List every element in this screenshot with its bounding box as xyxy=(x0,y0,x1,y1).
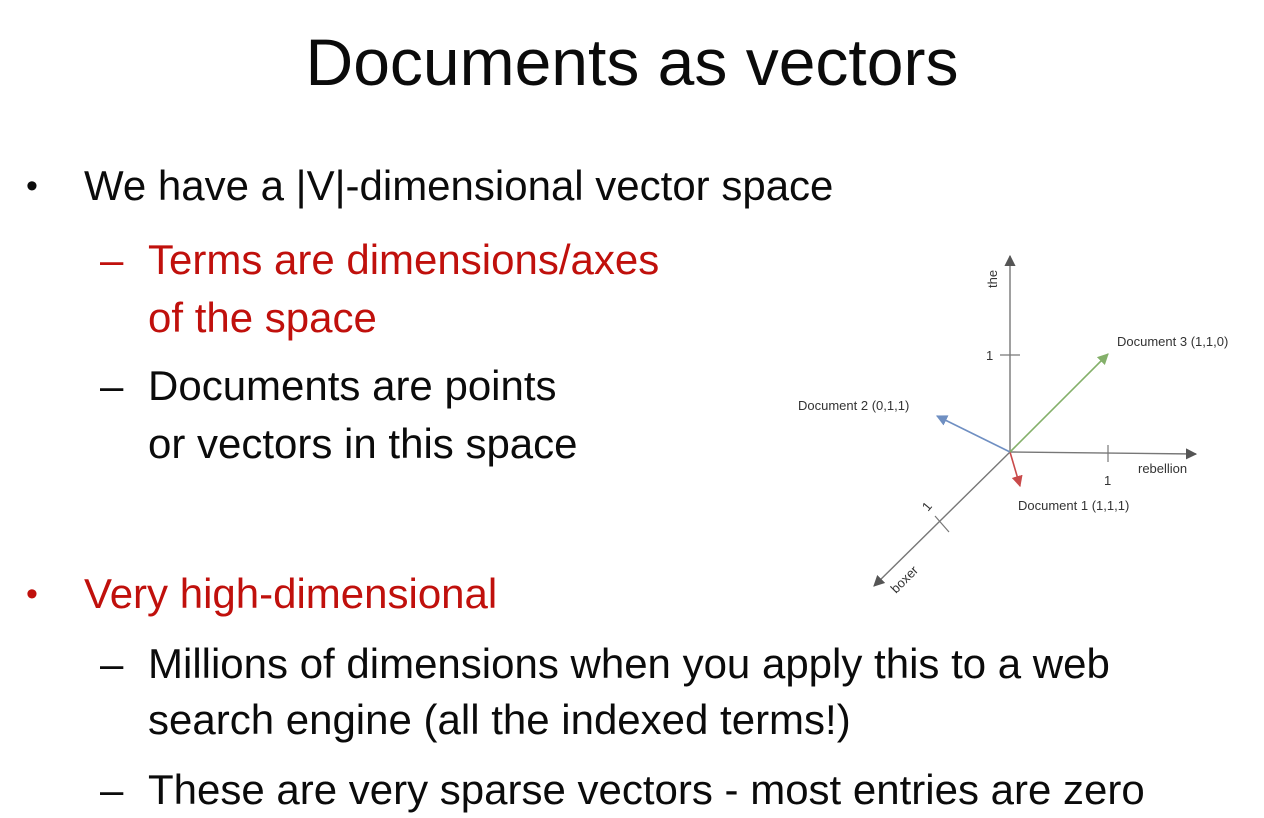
slide-title: Documents as vectors xyxy=(305,25,959,99)
slide: Documents as vectors • We have a |V|-dim… xyxy=(0,0,1264,818)
subitem-marker: – xyxy=(100,362,124,409)
axis-boxer xyxy=(873,451,1011,587)
axis-label-rebellion: rebellion xyxy=(1138,461,1187,476)
bullet-marker: • xyxy=(26,167,38,205)
subitem-2-2-line-1: These are very sparse vectors - most ent… xyxy=(148,766,1145,813)
subitem-1-1-line-1: Terms are dimensions/axes xyxy=(148,236,660,283)
vector-document-2 xyxy=(935,415,1011,453)
label-document-3: Document 3 (1,1,0) xyxy=(1117,334,1228,349)
bullet-2-text: Very high-dimensional xyxy=(84,570,498,617)
subitem-1-1-line-2: of the space xyxy=(148,294,377,341)
subitem-marker: – xyxy=(100,640,124,687)
axis-rebellion xyxy=(1009,448,1198,460)
vector-document-3 xyxy=(1009,353,1109,453)
tick-label-rebellion: 1 xyxy=(1104,473,1111,488)
label-document-1: Document 1 (1,1,1) xyxy=(1018,498,1129,513)
tick-label-boxer: 1 xyxy=(919,499,935,514)
bullet-marker: • xyxy=(26,575,38,613)
subitem-2-1-line-2: search engine (all the indexed terms!) xyxy=(148,696,851,743)
subitem-2-1-line-1: Millions of dimensions when you apply th… xyxy=(148,640,1110,687)
subitem-marker: – xyxy=(100,766,124,813)
axis-label-the: the xyxy=(985,270,1000,288)
bullet-1-text: We have a |V|-dimensional vector space xyxy=(84,162,834,209)
tick-label-the: 1 xyxy=(986,348,993,363)
vector-document-1 xyxy=(1009,451,1023,488)
vector-space-diagram: the rebellion boxer 1 1 1 Document 1 (1,… xyxy=(798,254,1228,596)
subitem-1-2-line-2: or vectors in this space xyxy=(148,420,578,467)
label-document-2: Document 2 (0,1,1) xyxy=(798,398,909,413)
subitem-1-2-line-1: Documents are points xyxy=(148,362,557,409)
subitem-marker: – xyxy=(100,236,124,283)
